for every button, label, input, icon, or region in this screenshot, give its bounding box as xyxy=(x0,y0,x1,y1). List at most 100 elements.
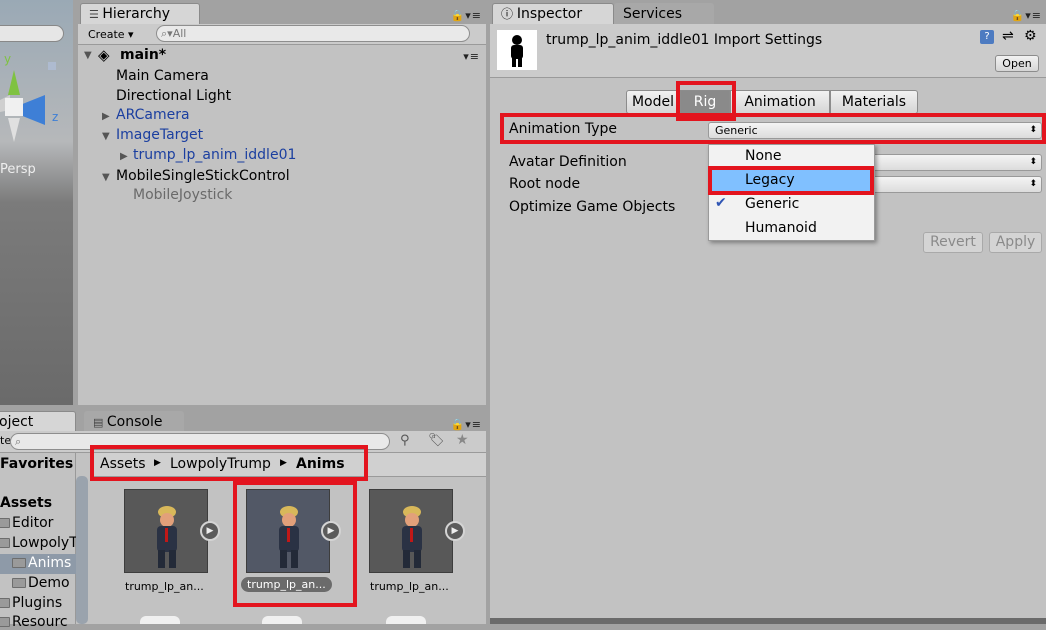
play-preview-icon[interactable]: ▶ xyxy=(445,521,465,541)
menu-option-humanoid[interactable]: Humanoid xyxy=(745,220,817,236)
project-tab[interactable]: oject xyxy=(0,411,76,432)
trump-figure-icon xyxy=(157,506,177,568)
scene-search-fragment[interactable] xyxy=(0,25,64,42)
trump-expand-icon[interactable]: ▶ xyxy=(120,151,128,162)
asset-grid: ▶ trump_lp_an... ▶ trump_lp_an... ▶ trum… xyxy=(90,477,486,624)
scene-name[interactable]: main* xyxy=(120,47,166,63)
project-toolbar: te ▾ ⌕ ⚲ 🏷 ★ xyxy=(0,431,486,453)
asset-thumbnail[interactable] xyxy=(124,489,208,573)
mobile-expand-icon[interactable]: ▼ xyxy=(102,172,110,183)
hierarchy-search-input[interactable]: ⌕▾All xyxy=(156,25,470,42)
animation-type-dropdown[interactable]: Generic ⬍ xyxy=(708,122,1042,139)
folder-demo[interactable]: Demo xyxy=(12,575,70,591)
breadcrumb-separator-icon: ▶ xyxy=(280,458,287,468)
project-tabbar: oject ▤ Console 🔒▾≡ xyxy=(0,410,486,432)
tab-animation[interactable]: Animation xyxy=(730,90,830,114)
hierarchy-panel: ☰ Hierarchy 🔒▾≡ Create ▾ ⌕▾All ▼ ◈ main*… xyxy=(78,0,486,405)
scene-menu-icon[interactable]: ▾≡ xyxy=(463,50,480,63)
services-tab-label: Services xyxy=(623,6,683,22)
menu-option-none[interactable]: None xyxy=(745,148,782,164)
tab-materials[interactable]: Materials xyxy=(830,90,918,114)
folder-anims-label: Anims xyxy=(28,555,72,571)
tree-item-main-camera[interactable]: Main Camera xyxy=(116,68,209,84)
folder-plugins-label: Plugins xyxy=(12,595,63,611)
open-button[interactable]: Open xyxy=(995,55,1039,72)
gizmo-z-label: z xyxy=(52,110,59,124)
breadcrumb-lowpolytrump[interactable]: LowpolyTrump xyxy=(170,456,271,472)
search-placeholder: All xyxy=(172,27,187,40)
folder-icon xyxy=(0,538,10,548)
asset-thumbnail-selected[interactable] xyxy=(246,489,330,573)
console-icon: ▤ xyxy=(93,416,107,429)
favorites-label[interactable]: Favorites xyxy=(0,456,73,472)
folder-tree-scrollbar[interactable] xyxy=(76,476,88,624)
search-icon: ⌕▾ xyxy=(161,27,173,40)
project-search-input[interactable]: ⌕ xyxy=(10,433,390,450)
tab-rig[interactable]: Rig xyxy=(680,90,730,114)
tree-item-directional-light[interactable]: Directional Light xyxy=(116,88,231,104)
arcamera-expand-icon[interactable]: ▶ xyxy=(102,111,110,122)
imagetarget-expand-icon[interactable]: ▼ xyxy=(102,131,110,142)
persp-label[interactable]: Persp xyxy=(0,162,36,177)
project-lock-menu-icon[interactable]: 🔒▾≡ xyxy=(451,418,482,431)
inspector-lock-menu-icon[interactable]: 🔒▾≡ xyxy=(1011,9,1042,22)
console-tab-label: Console xyxy=(106,414,163,430)
root-node-dropdown[interactable]: ⬍ xyxy=(872,176,1042,193)
asset-caption-selected[interactable]: trump_lp_an... xyxy=(241,577,332,592)
scene-view[interactable]: y z Persp xyxy=(0,0,73,405)
scene-expand-icon[interactable]: ▼ xyxy=(84,50,92,61)
inspector-header: trump_lp_anim_iddle01 Import Settings ? … xyxy=(490,24,1046,78)
help-icon[interactable]: ? xyxy=(980,30,994,44)
apply-button[interactable]: Apply xyxy=(989,232,1042,253)
animation-type-label: Animation Type xyxy=(509,121,617,137)
filter-label-icon[interactable]: 🏷 xyxy=(428,433,445,448)
asset-thumbnail-partial[interactable] xyxy=(140,616,180,624)
folder-plugins[interactable]: Plugins xyxy=(0,595,62,611)
asset-caption[interactable]: trump_lp_an... xyxy=(370,580,449,593)
silhouette-icon xyxy=(511,35,523,67)
revert-button[interactable]: Revert xyxy=(923,232,983,253)
hierarchy-tab-label: Hierarchy xyxy=(102,6,171,22)
preset-icon[interactable]: ⇌ xyxy=(1002,28,1014,44)
console-tab[interactable]: ▤ Console xyxy=(84,411,184,432)
asset-thumbnail-partial[interactable] xyxy=(386,616,426,624)
folder-icon xyxy=(0,518,10,528)
folder-lowpoly[interactable]: LowpolyT xyxy=(0,535,78,551)
services-tab[interactable]: Services xyxy=(614,3,714,24)
tree-item-mobile-joystick[interactable]: MobileJoystick xyxy=(133,187,232,203)
asset-thumbnail-partial[interactable] xyxy=(262,616,302,624)
menu-option-legacy[interactable]: Legacy xyxy=(745,172,795,188)
asset-caption[interactable]: trump_lp_an... xyxy=(125,580,204,593)
tree-item-mobile-stick[interactable]: MobileSingleStickControl xyxy=(116,168,290,184)
inspector-tab[interactable]: ⓘ Inspector xyxy=(492,3,614,24)
play-preview-icon[interactable]: ▶ xyxy=(200,521,220,541)
trump-figure-icon xyxy=(279,506,299,568)
menu-option-generic[interactable]: Generic xyxy=(745,196,799,212)
folder-icon xyxy=(12,578,26,588)
tree-item-arcamera[interactable]: ARCamera xyxy=(116,107,190,123)
avatar-definition-dropdown[interactable]: ⬍ xyxy=(872,154,1042,171)
dropdown-arrows-icon: ⬍ xyxy=(1029,157,1037,167)
filter-type-icon[interactable]: ⚲ xyxy=(400,433,410,448)
hierarchy-lock-menu-icon[interactable]: 🔒▾≡ xyxy=(451,9,482,22)
assets-root-label[interactable]: Assets xyxy=(0,495,52,511)
folder-resources[interactable]: Resourc xyxy=(0,614,68,630)
gear-icon[interactable]: ⚙ xyxy=(1024,28,1037,44)
hierarchy-create-button[interactable]: Create ▾ xyxy=(88,26,134,43)
dropdown-arrows-icon: ⬍ xyxy=(1029,179,1037,189)
folder-editor[interactable]: Editor xyxy=(0,515,53,531)
tab-model[interactable]: Model xyxy=(626,90,680,114)
hierarchy-tab[interactable]: ☰ Hierarchy xyxy=(80,3,200,24)
folder-icon xyxy=(12,558,26,568)
inspector-panel: ⓘ Inspector Services 🔒▾≡ trump_lp_anim_i… xyxy=(490,0,1046,624)
tree-item-imagetarget[interactable]: ImageTarget xyxy=(116,127,203,143)
asset-thumbnail[interactable] xyxy=(369,489,453,573)
root-node-label: Root node xyxy=(509,176,581,192)
tree-item-trump[interactable]: trump_lp_anim_iddle01 xyxy=(133,147,296,163)
folder-anims[interactable]: Anims xyxy=(12,555,71,571)
breadcrumb-anims[interactable]: Anims xyxy=(296,456,345,472)
favorite-star-icon[interactable]: ★ xyxy=(456,432,469,448)
play-preview-icon[interactable]: ▶ xyxy=(321,521,341,541)
breadcrumb-assets[interactable]: Assets xyxy=(100,456,146,472)
asset-preview-icon xyxy=(497,30,537,70)
